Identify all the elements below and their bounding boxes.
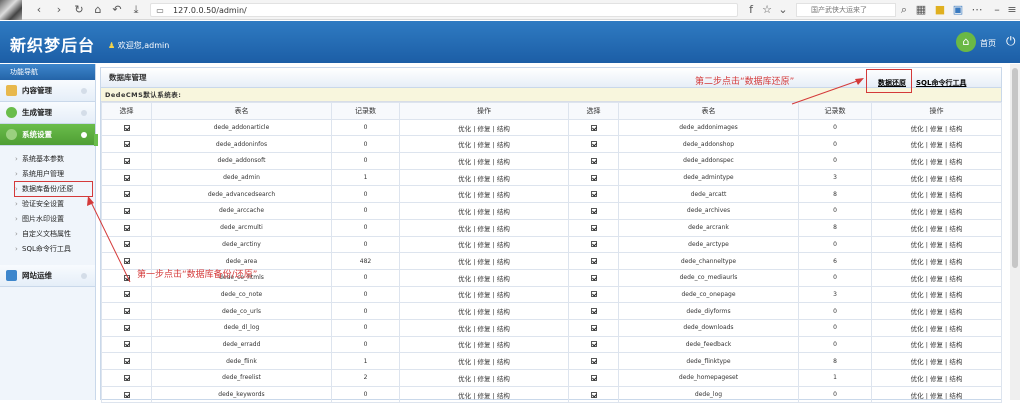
step2-arrow: [791, 79, 861, 105]
step1-arrow: [89, 199, 131, 283]
annotation-arrows: [87, 78, 864, 283]
step1-arrowhead: [87, 196, 94, 206]
step2-arrowhead: [855, 78, 864, 85]
